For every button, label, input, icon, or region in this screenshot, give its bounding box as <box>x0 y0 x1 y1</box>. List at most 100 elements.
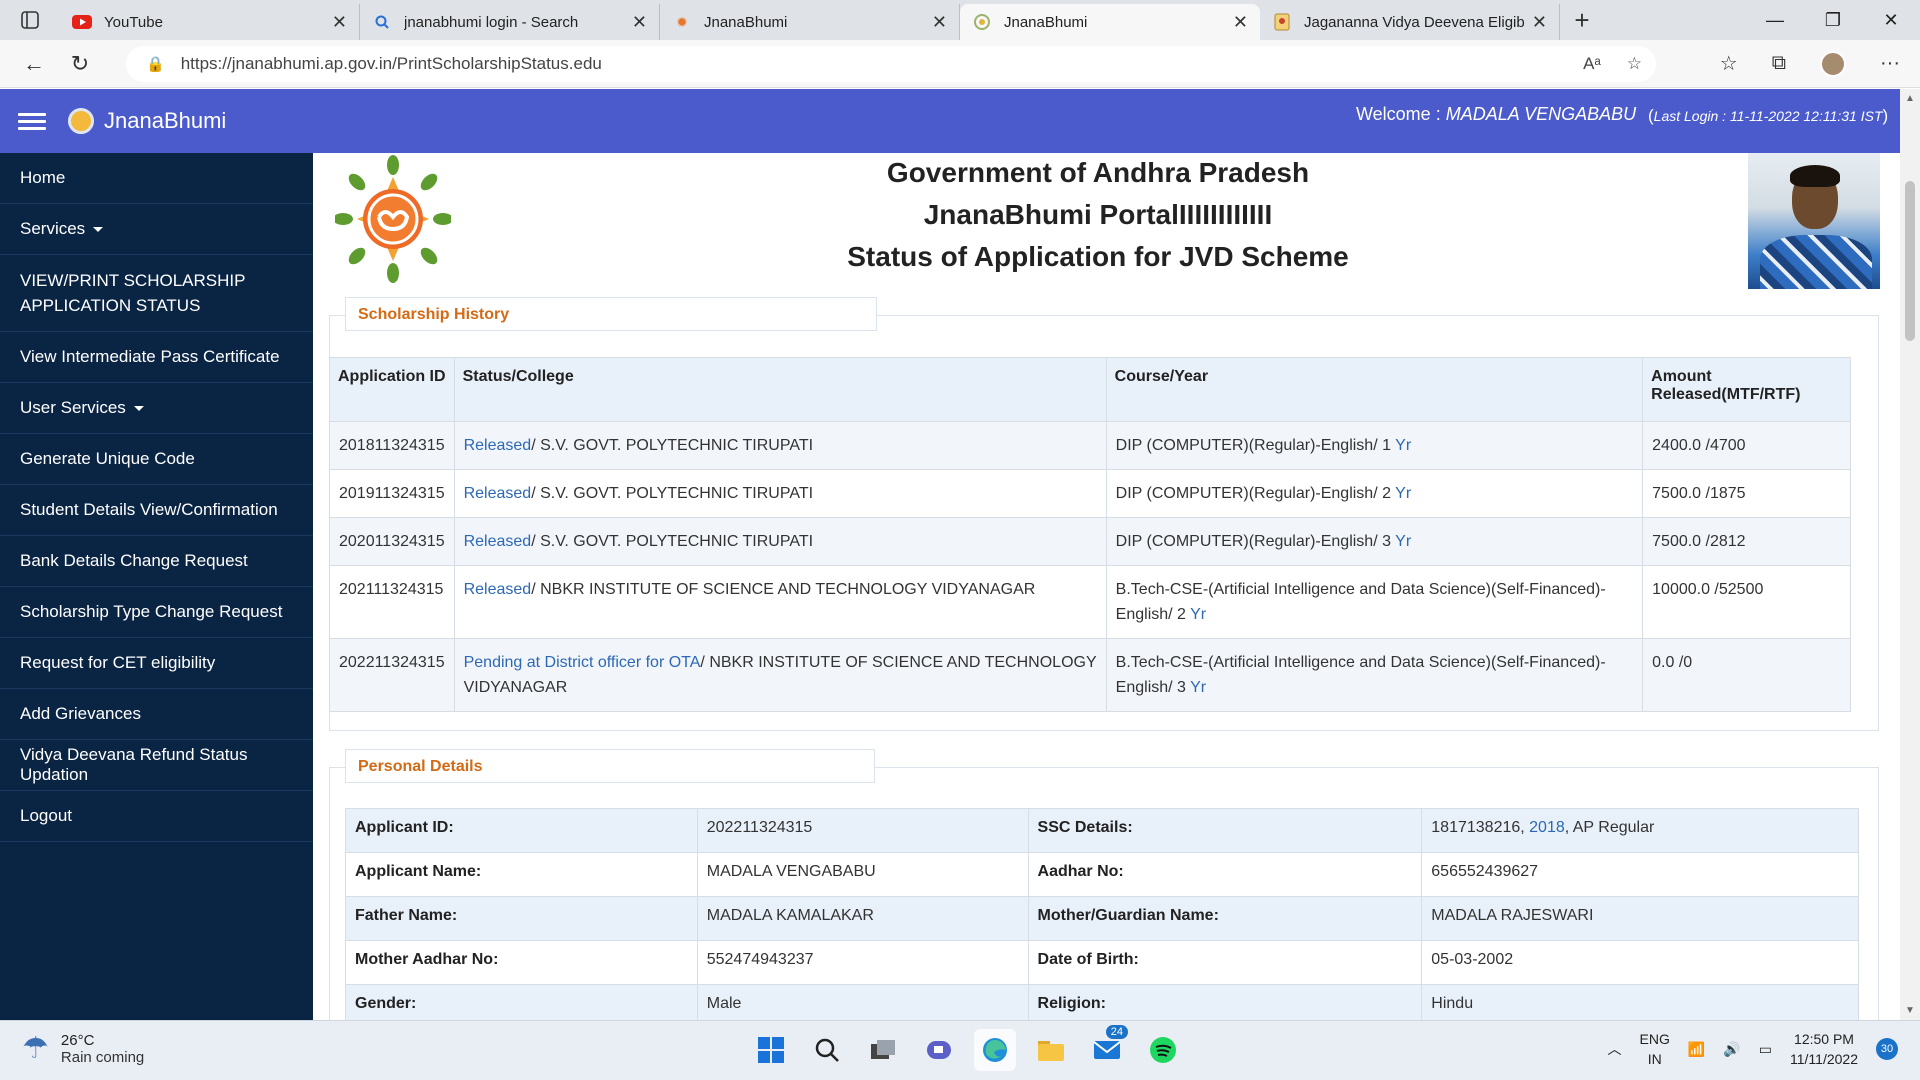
course-year: B.Tech-CSE-(Artificial Intelligence and … <box>1105 565 1644 639</box>
file-explorer-icon[interactable] <box>1030 1029 1072 1071</box>
status-college: Pending at District officer for OTA/ NBK… <box>453 638 1107 712</box>
sidebar-item-view-print-status[interactable]: VIEW/PRINT SCHOLARSHIP APPLICATION STATU… <box>0 255 313 332</box>
site-name[interactable]: JnanaBhumi <box>104 108 226 134</box>
sidebar-item-intermediate-certificate[interactable]: View Intermediate Pass Certificate <box>0 332 313 383</box>
tab-actions-button[interactable] <box>0 0 60 40</box>
close-window-icon[interactable]: ✕ <box>1862 0 1920 40</box>
year-link[interactable]: Yr <box>1395 437 1411 454</box>
back-arrow-icon[interactable]: ← <box>12 44 56 84</box>
sidebar-item-grievances[interactable]: Add Grievances <box>0 689 313 740</box>
mail-icon[interactable]: 24 <box>1086 1025 1128 1071</box>
windows-start-icon[interactable] <box>750 1029 792 1071</box>
language-indicator[interactable]: ENG IN <box>1640 1029 1670 1069</box>
menu-icon[interactable] <box>18 109 46 134</box>
add-favorite-icon[interactable]: ☆ <box>1627 54 1642 74</box>
status-link[interactable]: Pending at District officer for OTA <box>464 654 701 671</box>
amount-released: 2400.0 /4700 <box>1642 421 1851 470</box>
browser-tab-jagananna[interactable]: Jagananna Vidya Deevena Eligibl ✕ <box>1260 4 1560 40</box>
sidebar-item-bank-details[interactable]: Bank Details Change Request <box>0 536 313 587</box>
notification-badge[interactable]: 30 <box>1876 1038 1898 1060</box>
sidebar-item-label: Bank Details Change Request <box>20 551 248 570</box>
scroll-up-icon[interactable]: ▲ <box>1900 93 1920 104</box>
amount-released: 0.0 /0 <box>1642 638 1851 712</box>
sidebar-item-refund-status[interactable]: Vidya Deevana Refund Status Updation <box>0 740 313 791</box>
minimize-icon[interactable]: — <box>1746 0 1804 40</box>
scroll-down-icon[interactable]: ▼ <box>1900 1005 1920 1016</box>
personal-details-table: Applicant ID: 202211324315 SSC Details: … <box>345 808 1859 1020</box>
status-link[interactable]: Released <box>464 437 532 454</box>
tab-title: YouTube <box>104 13 163 31</box>
page-scrollbar[interactable]: ▲ ▼ <box>1900 89 1920 1020</box>
sidebar-item-label: Services <box>20 219 86 238</box>
lang-line-1: ENG <box>1639 1031 1670 1047</box>
table-row: 202111324315 Released/ NBKR INSTITUTE OF… <box>329 565 1851 639</box>
table-row: Applicant ID: 202211324315 SSC Details: … <box>345 808 1859 853</box>
amount-released: 7500.0 /2812 <box>1642 517 1851 566</box>
new-tab-button[interactable]: + <box>1560 5 1604 36</box>
applicant-photo <box>1748 153 1880 289</box>
sidebar-item-generate-code[interactable]: Generate Unique Code <box>0 434 313 485</box>
collections-icon[interactable]: ⧉ <box>1772 52 1786 75</box>
sidebar-item-scholarship-type[interactable]: Scholarship Type Change Request <box>0 587 313 638</box>
restore-icon[interactable]: ❐ <box>1804 0 1862 40</box>
sidebar-item-student-details[interactable]: Student Details View/Confirmation <box>0 485 313 536</box>
status-link[interactable]: Released <box>464 581 532 598</box>
search-icon[interactable] <box>806 1029 848 1071</box>
field-value: MADALA RAJESWARI <box>1421 896 1859 941</box>
sidebar-item-label: Home <box>20 168 66 187</box>
browser-tab-youtube[interactable]: YouTube ✕ <box>60 4 360 40</box>
amount-released: 7500.0 /1875 <box>1642 469 1851 518</box>
spotify-icon[interactable] <box>1142 1029 1184 1071</box>
weather-text: Rain coming <box>60 1048 145 1066</box>
close-tab-icon[interactable]: ✕ <box>1233 12 1248 33</box>
tab-title: Jagananna Vidya Deevena Eligibl <box>1304 13 1524 31</box>
browser-tab-jnanabhumi[interactable]: ✹ JnanaBhumi ✕ <box>660 4 960 40</box>
favorites-icon[interactable]: ☆ <box>1720 51 1738 76</box>
teams-chat-icon[interactable] <box>918 1029 960 1071</box>
url-field[interactable]: 🔒 https://jnanabhumi.ap.gov.in/PrintScho… <box>126 45 1656 82</box>
battery-icon[interactable]: ▭ <box>1759 1041 1772 1058</box>
course-name: DIP (COMPUTER)(Regular)-English/ 3 <box>1115 533 1391 550</box>
sidebar-item-logout[interactable]: Logout <box>0 791 313 842</box>
browser-tab-jnanabhumi-active[interactable]: JnanaBhumi ✕ <box>960 4 1260 40</box>
year-link[interactable]: Yr <box>1190 606 1206 623</box>
browser-tab-strip: YouTube ✕ jnanabhumi login - Search ✕ ✹ … <box>0 0 1920 40</box>
browser-tab-search[interactable]: jnanabhumi login - Search ✕ <box>360 4 660 40</box>
close-tab-icon[interactable]: ✕ <box>332 12 347 33</box>
edge-browser-icon[interactable] <box>974 1029 1016 1071</box>
read-aloud-icon[interactable]: Aᵃ <box>1583 54 1601 74</box>
profile-avatar[interactable] <box>1820 50 1847 77</box>
tab-title: JnanaBhumi <box>704 13 788 31</box>
welcome-text: Welcome : MADALA VENGABABU <box>1356 104 1636 125</box>
sidebar-item-user-services[interactable]: User Services <box>0 383 313 434</box>
close-tab-icon[interactable]: ✕ <box>932 12 947 33</box>
wifi-icon[interactable]: 📶 <box>1688 1041 1705 1058</box>
refresh-icon[interactable]: ↻ <box>58 44 102 84</box>
field-label: Aadhar No: <box>1027 852 1423 897</box>
year-link[interactable]: Yr <box>1395 485 1411 502</box>
youtube-icon <box>72 12 92 32</box>
table-row: Father Name: MADALA KAMALAKAR Mother/Gua… <box>345 896 1859 941</box>
more-icon[interactable]: ··· <box>1880 52 1900 75</box>
year-link[interactable]: Yr <box>1190 679 1206 696</box>
scrollbar-thumb[interactable] <box>1905 181 1915 341</box>
sidebar-item-home[interactable]: Home <box>0 153 313 204</box>
volume-icon[interactable]: 🔊 <box>1723 1041 1740 1058</box>
close-tab-icon[interactable]: ✕ <box>632 12 647 33</box>
clock[interactable]: 12:50 PM 11/11/2022 <box>1790 1029 1858 1069</box>
sidebar-item-services[interactable]: Services <box>0 204 313 255</box>
weather-widget[interactable]: ☂ 26°C Rain coming <box>22 1031 144 1066</box>
field-label: Mother Aadhar No: <box>345 940 698 985</box>
task-view-icon[interactable] <box>862 1029 904 1071</box>
close-tab-icon[interactable]: ✕ <box>1532 12 1547 33</box>
chevron-up-icon[interactable]: ︿ <box>1608 1039 1622 1059</box>
year-link[interactable]: Yr <box>1395 533 1411 550</box>
sidebar-item-cet-eligibility[interactable]: Request for CET eligibility <box>0 638 313 689</box>
personal-details-heading: Personal Details <box>345 749 875 783</box>
page-title-line-3: Status of Application for JVD Scheme <box>847 241 1349 272</box>
status-link[interactable]: Released <box>464 533 532 550</box>
status-college: Released/ S.V. GOVT. POLYTECHNIC TIRUPAT… <box>453 517 1107 566</box>
ssc-year-link[interactable]: 2018 <box>1529 819 1565 836</box>
field-label: Applicant Name: <box>345 852 698 897</box>
status-link[interactable]: Released <box>464 485 532 502</box>
